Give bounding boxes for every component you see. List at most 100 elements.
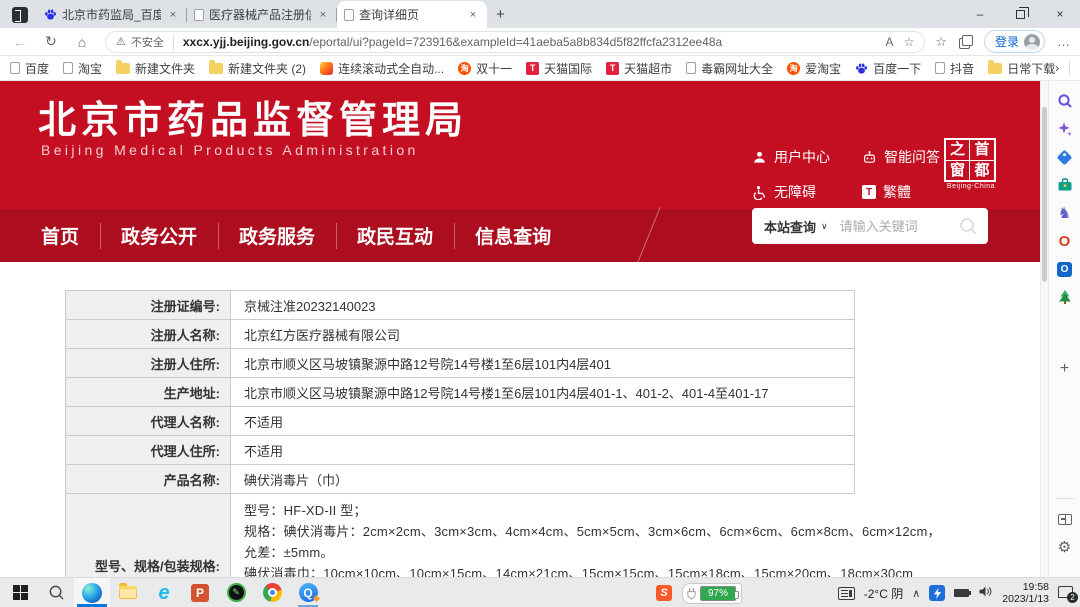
bookmark-label: 百度 [25,60,49,77]
minimize-button[interactable]: – [960,0,1000,28]
search-icon[interactable] [958,216,978,236]
taskbar-drawing-app-button[interactable]: ✎ [218,578,254,607]
restore-button[interactable] [1000,0,1040,28]
collections-icon[interactable] [959,35,972,48]
taskbar-search-button[interactable] [38,578,74,607]
table-row: 代理人名称: 不适用 [66,407,855,436]
bookmarks-overflow-chevron[interactable]: › [1055,61,1059,75]
folder-icon [209,63,223,74]
scrollbar-thumb[interactable] [1042,107,1047,282]
power-manager-tray-icon[interactable] [929,585,945,601]
chrome-icon [263,583,282,602]
close-window-button[interactable]: × [1040,0,1080,28]
add-favorite-icon[interactable]: ☆ [904,35,915,49]
row-value: 不适用 [231,436,855,464]
site-subtitle: Beijing Medical Products Administration [41,142,419,158]
sidebar-games-icon[interactable]: ♞ [1055,203,1075,223]
sidebar-panel-icon[interactable] [1055,509,1075,529]
taskbar-edge-button[interactable] [74,578,110,607]
bookmark-item[interactable]: 日常下载 [988,60,1055,77]
battery-tray-icon[interactable] [954,589,969,597]
table-row: 产品名称: 碘伏消毒片（巾） [66,465,855,494]
sidebar-settings-icon[interactable]: ⚙ [1055,537,1075,557]
sidebar-tree-icon[interactable] [1055,287,1075,307]
sogou-input-icon[interactable]: S [656,585,672,601]
back-button[interactable]: ← [9,34,31,50]
accessibility-link[interactable]: 无障碍 [752,182,862,202]
close-tab-icon[interactable]: × [166,9,180,21]
volume-tray-icon[interactable] [978,585,993,601]
security-chip[interactable]: ⚠ 不安全 [116,34,174,50]
login-button[interactable]: 登录 [984,30,1045,53]
baidu-paw-icon [855,62,868,75]
capital-window-logo[interactable]: 之首窗都 Beijing-China [944,138,998,190]
tab-detail-page-active[interactable]: 查询详细页 × [337,1,487,28]
sidebar-add-icon[interactable]: + [1055,359,1075,379]
close-tab-icon[interactable]: × [466,9,480,21]
search-input[interactable] [840,219,958,234]
address-bar[interactable]: ⚠ 不安全 xxcx.yjj.beijing.gov.cn/eportal/ui… [105,31,925,53]
nav-gov-info[interactable]: 政务公开 [100,222,218,249]
page-icon [686,62,696,74]
taskbar-powerpoint-button[interactable]: P [182,578,218,607]
user-center-link[interactable]: 用户中心 [752,147,862,167]
bookmark-item[interactable]: 新建文件夹 [116,60,195,77]
read-aloud-icon[interactable]: A [886,35,894,49]
sidebar-outlook-icon[interactable]: O [1055,259,1075,279]
login-label: 登录 [995,33,1019,50]
battery-percent: 97% [700,586,736,601]
sidebar-office-icon[interactable]: O [1055,231,1075,251]
favorites-bar-icon[interactable]: ☆ [935,34,947,50]
bookmark-item[interactable]: 淘爱淘宝 [787,60,841,77]
taskbar-chrome-button[interactable] [254,578,290,607]
nav-interaction[interactable]: 政民互动 [336,222,454,249]
action-center-button[interactable]: 2 [1058,585,1076,601]
sidebar-search-icon[interactable] [1055,91,1075,111]
bookmark-label: 日常下载 [1007,60,1055,77]
search-scope-dropdown[interactable]: 本站查询 ∨ [764,217,828,236]
weather-widget[interactable]: -2°C 阴 [864,585,903,602]
spec-line: 允差：±5mm。 [244,546,941,560]
nav-home[interactable]: 首页 [20,222,100,249]
page-scrollbar[interactable] [1040,81,1048,577]
smart-qa-link[interactable]: 智能问答 [862,147,940,167]
close-tab-icon[interactable]: × [316,9,330,21]
bookmark-item[interactable]: 淘双十一 [458,60,512,77]
bookmark-item[interactable]: T天猫国际 [526,60,592,77]
bookmark-item[interactable]: 百度 [10,60,49,77]
table-row: 注册人名称: 北京红方医疗器械有限公司 [66,320,855,349]
battery-widget[interactable]: 97% [682,583,742,604]
refresh-button[interactable]: ↻ [40,33,62,50]
bookmark-item[interactable]: T天猫超市 [606,60,672,77]
bookmark-item[interactable]: 新建文件夹 (2) [209,60,306,77]
row-label: 型号、规格/包装规格: [66,494,231,577]
bookmark-item[interactable]: 百度一下 [855,60,921,77]
tab-baidu-search[interactable]: 北京市药监局_百度搜索 × [37,1,187,28]
tab-actions-menu-icon[interactable] [12,7,28,23]
bookmark-item[interactable]: 毒霸网址大全 [686,60,773,77]
home-button[interactable]: ⌂ [71,34,93,50]
new-tab-button[interactable]: + [496,7,505,23]
tab-device-registration[interactable]: 医疗器械产品注册信息 × [187,1,337,28]
start-button[interactable] [2,578,38,607]
sidebar-tools-icon[interactable] [1055,175,1075,195]
hidden-icons-chevron[interactable]: ∧ [912,587,920,600]
taskbar-clock[interactable]: 19:58 2023/1/13 [1002,581,1049,605]
traditional-chinese-link[interactable]: T 繁體 [862,182,940,202]
taskbar-ie-button[interactable]: e [146,578,182,607]
news-widget-icon[interactable] [838,587,855,600]
nav-gov-services[interactable]: 政务服务 [218,222,336,249]
sidebar-copilot-icon[interactable] [1055,119,1075,139]
sidebar-shopping-icon[interactable] [1055,147,1075,167]
folder-icon [988,63,1002,74]
taskbar-explorer-button[interactable] [110,578,146,607]
row-value: 碘伏消毒片（巾） [231,465,855,493]
bookmark-item[interactable]: 淘宝 [63,60,102,77]
bookmark-item[interactable]: 抖音 [935,60,974,77]
taskbar-q-app-button[interactable]: Q [290,578,326,607]
more-menu-icon[interactable]: … [1057,34,1070,49]
screen: 北京市药监局_百度搜索 × 医疗器械产品注册信息 × 查询详细页 × + – ×… [0,0,1080,607]
row-label: 注册证编号: [66,291,231,319]
bookmark-item[interactable]: 连续滚动式全自动... [320,60,444,77]
nav-info-query[interactable]: 信息查询 [454,222,572,249]
